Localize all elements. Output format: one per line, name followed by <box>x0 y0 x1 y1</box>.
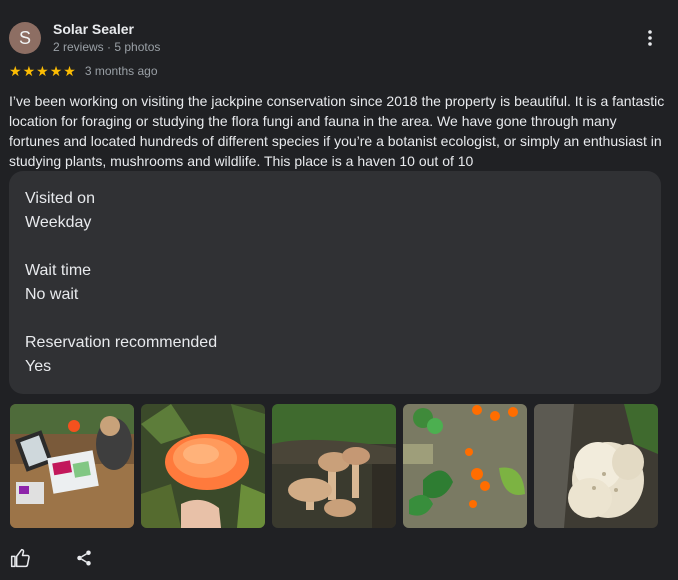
more-vert-icon <box>648 30 652 46</box>
share-button[interactable] <box>74 548 94 568</box>
avatar[interactable]: S <box>9 22 41 54</box>
star-icon: ★ <box>22 63 36 79</box>
detail-reservation-value: Yes <box>25 358 52 375</box>
detail-visited: Visited on Weekday <box>25 187 645 235</box>
detail-visited-label: Visited on <box>25 190 95 207</box>
reviewer-header[interactable]: S Solar Sealer 2 reviews · 5 photos <box>9 21 160 55</box>
review-actions <box>10 548 138 568</box>
star-rating: ★ ★ ★ ★ ★ <box>9 64 77 78</box>
rating-row: ★ ★ ★ ★ ★ 3 months ago <box>9 64 158 78</box>
review-photos <box>10 404 665 528</box>
share-icon <box>77 550 91 566</box>
reviewer-name[interactable]: Solar Sealer <box>53 21 160 37</box>
star-icon: ★ <box>49 63 63 79</box>
detail-wait-value: No wait <box>25 286 79 303</box>
detail-wait: Wait time No wait <box>25 259 645 307</box>
star-icon: ★ <box>9 63 22 79</box>
visit-details-panel: Visited on Weekday Wait time No wait Res… <box>9 171 661 394</box>
thumb-up-icon <box>10 548 30 568</box>
detail-visited-value: Weekday <box>25 214 92 231</box>
photo-orange-cup-fungi[interactable] <box>403 404 527 528</box>
star-icon: ★ <box>36 63 49 79</box>
detail-reservation: Reservation recommended Yes <box>25 331 645 379</box>
review-time: 3 months ago <box>84 64 158 78</box>
like-button[interactable] <box>10 548 30 568</box>
more-options-button[interactable] <box>638 26 662 50</box>
review-text: I’ve been working on visiting the jackpi… <box>9 93 665 169</box>
reviewer-meta: 2 reviews · 5 photos <box>53 40 161 54</box>
photo-person-drawing[interactable] <box>10 404 134 528</box>
star-icon: ★ <box>63 63 76 79</box>
reviewer-info: Solar Sealer 2 reviews · 5 photos <box>53 21 160 55</box>
photo-white-puffball[interactable] <box>534 404 658 528</box>
detail-wait-label: Wait time <box>25 262 92 279</box>
photo-orange-bracket-fungus[interactable] <box>141 404 265 528</box>
detail-reservation-label: Reservation recommended <box>25 334 218 351</box>
review-card: S Solar Sealer 2 reviews · 5 photos ★ ★ … <box>0 0 678 580</box>
photo-tan-mushrooms[interactable] <box>272 404 396 528</box>
